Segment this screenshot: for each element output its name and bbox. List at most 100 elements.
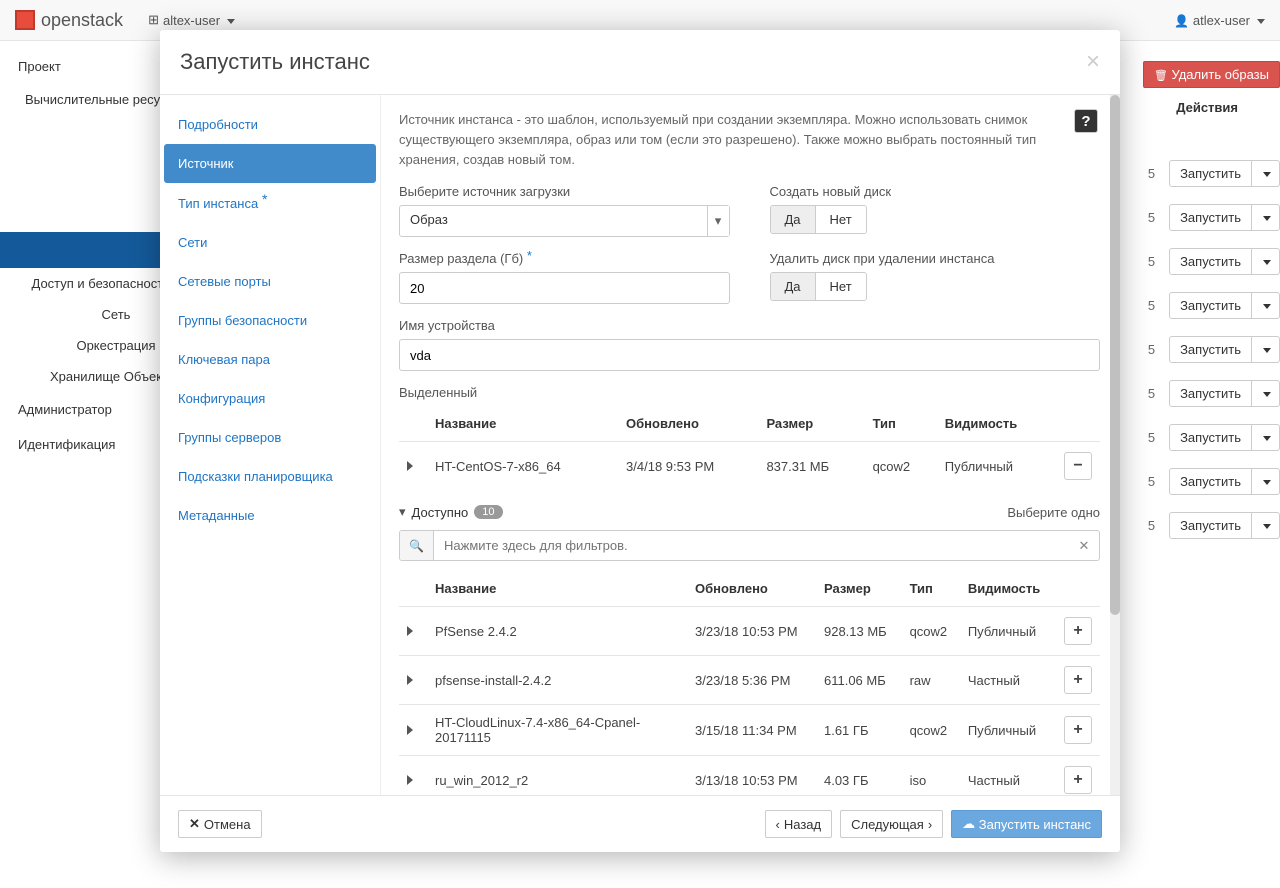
chevron-down-icon[interactable]: ▾ [399, 504, 406, 520]
cancel-label: Отмена [204, 817, 251, 832]
toggle-no[interactable]: Нет [815, 206, 866, 233]
cell-updated: 3/15/18 11:34 PM [687, 705, 816, 756]
cell-name: PfSense 2.4.2 [427, 607, 687, 656]
chevron-right-icon[interactable] [407, 723, 413, 738]
launch-instance-modal: Запустить инстанс × ПодробностиИсточникТ… [160, 30, 1120, 852]
wizard-step[interactable]: Сети [160, 223, 380, 262]
table-row: HT-CentOS-7-x86_643/4/18 9:53 PM837.31 М… [399, 442, 1100, 491]
wizard-step[interactable]: Тип инстанса * [160, 183, 380, 223]
wizard-step[interactable]: Метаданные [160, 496, 380, 535]
back-label: Назад [784, 817, 821, 832]
scrollbar[interactable] [1110, 95, 1120, 795]
clear-filter-icon[interactable]: ✕ [1069, 531, 1099, 560]
table-row: pfsense-install-2.4.23/23/18 5:36 PM611.… [399, 656, 1100, 705]
available-table: Название Обновлено Размер Тип Видимость … [399, 571, 1100, 795]
device-name-input[interactable] [399, 339, 1100, 371]
cloud-upload-icon [962, 816, 975, 832]
delete-on-terminate-label: Удалить диск при удалении инстанса [770, 251, 1101, 266]
cell-name: pfsense-install-2.4.2 [427, 656, 687, 705]
cell-type: qcow2 [902, 607, 960, 656]
table-row: ru_win_2012_r23/13/18 10:53 PM4.03 ГБiso… [399, 756, 1100, 795]
cell-size: 4.03 ГБ [816, 756, 902, 795]
delete-on-terminate-toggle[interactable]: Да Нет [770, 272, 867, 301]
volume-size-label: Размер раздела (Гб) * [399, 251, 730, 266]
col-updated: Обновлено [618, 406, 758, 442]
col-type: Тип [902, 571, 960, 607]
allocated-label: Выделенный [399, 385, 1100, 400]
device-name-label: Имя устройства [399, 318, 1100, 333]
cancel-button[interactable]: ✕ Отмена [178, 810, 262, 838]
wizard-step[interactable]: Ключевая пара [160, 340, 380, 379]
col-visibility: Видимость [937, 406, 1056, 442]
cell-updated: 3/4/18 9:53 PM [618, 442, 758, 491]
back-button[interactable]: ‹ Назад [765, 810, 833, 838]
col-name: Название [427, 571, 687, 607]
wizard-step[interactable]: Группы серверов [160, 418, 380, 457]
col-size: Размер [758, 406, 864, 442]
cell-type: iso [902, 756, 960, 795]
search-icon[interactable] [400, 531, 434, 560]
next-button[interactable]: Следующая › [840, 810, 943, 838]
chevron-right-icon[interactable] [407, 459, 413, 474]
table-row: PfSense 2.4.23/23/18 10:53 PM928.13 МБqc… [399, 607, 1100, 656]
add-button[interactable]: + [1064, 666, 1092, 694]
chevron-right-icon[interactable] [407, 673, 413, 688]
chevron-left-icon: ‹ [776, 817, 780, 832]
scrollbar-thumb[interactable] [1110, 95, 1120, 615]
add-button[interactable]: + [1064, 617, 1092, 645]
cell-visibility: Публичный [960, 607, 1056, 656]
launch-label: Запустить инстанс [979, 817, 1091, 832]
toggle-no[interactable]: Нет [815, 273, 866, 300]
wizard-step[interactable]: Источник [164, 144, 376, 183]
wizard-step[interactable]: Конфигурация [160, 379, 380, 418]
cell-type: raw [902, 656, 960, 705]
chevron-right-icon[interactable] [407, 624, 413, 639]
help-icon[interactable]: ? [1074, 109, 1098, 133]
chevron-right-icon: › [928, 817, 932, 832]
add-button[interactable]: + [1064, 766, 1092, 794]
col-visibility: Видимость [960, 571, 1056, 607]
available-count-badge: 10 [474, 505, 502, 519]
cell-updated: 3/23/18 5:36 PM [687, 656, 816, 705]
boot-source-select[interactable]: Образ [399, 205, 730, 237]
table-row: HT-CloudLinux-7.4-x86_64-Cpanel-20171115… [399, 705, 1100, 756]
close-icon: ✕ [189, 816, 200, 832]
close-icon[interactable]: × [1086, 48, 1100, 76]
cell-name: ru_win_2012_r2 [427, 756, 687, 795]
create-volume-label: Создать новый диск [770, 184, 1101, 199]
volume-size-input[interactable] [399, 272, 730, 304]
cell-visibility: Частный [960, 756, 1056, 795]
chevron-right-icon[interactable] [407, 773, 413, 788]
remove-button[interactable]: − [1064, 452, 1092, 480]
cell-size: 928.13 МБ [816, 607, 902, 656]
col-type: Тип [865, 406, 937, 442]
cell-size: 837.31 МБ [758, 442, 864, 491]
next-label: Следующая [851, 817, 924, 832]
wizard-step[interactable]: Подсказки планировщика [160, 457, 380, 496]
add-button[interactable]: + [1064, 716, 1092, 744]
wizard-steps-sidebar: ПодробностиИсточникТип инстанса *СетиСет… [160, 95, 380, 795]
cell-size: 1.61 ГБ [816, 705, 902, 756]
toggle-yes[interactable]: Да [771, 273, 815, 300]
create-volume-toggle[interactable]: Да Нет [770, 205, 867, 234]
col-updated: Обновлено [687, 571, 816, 607]
modal-header: Запустить инстанс × [160, 30, 1120, 95]
cell-name: HT-CloudLinux-7.4-x86_64-Cpanel-20171115 [427, 705, 687, 756]
wizard-step[interactable]: Группы безопасности [160, 301, 380, 340]
cell-visibility: Публичный [937, 442, 1056, 491]
cell-updated: 3/13/18 10:53 PM [687, 756, 816, 795]
toggle-yes[interactable]: Да [771, 206, 815, 233]
allocated-table: Название Обновлено Размер Тип Видимость … [399, 406, 1100, 490]
cell-size: 611.06 МБ [816, 656, 902, 705]
filter-input[interactable] [434, 531, 1069, 560]
wizard-step[interactable]: Сетевые порты [160, 262, 380, 301]
cell-updated: 3/23/18 10:53 PM [687, 607, 816, 656]
wizard-step[interactable]: Подробности [160, 105, 380, 144]
cell-visibility: Публичный [960, 705, 1056, 756]
available-label: Доступно [412, 505, 469, 520]
boot-source-label: Выберите источник загрузки [399, 184, 730, 199]
cell-type: qcow2 [865, 442, 937, 491]
modal-title: Запустить инстанс [180, 49, 370, 75]
launch-instance-button[interactable]: Запустить инстанс [951, 810, 1102, 838]
modal-content: ? Источник инстанса - это шаблон, исполь… [380, 95, 1120, 795]
